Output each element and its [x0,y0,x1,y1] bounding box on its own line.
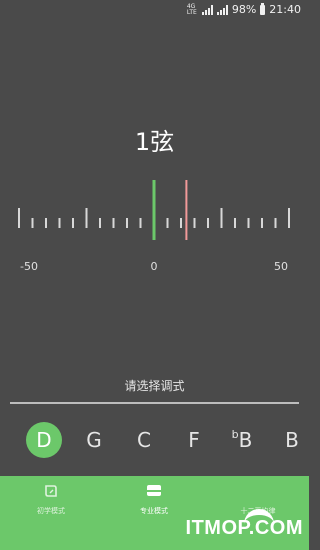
note-label: D [36,428,52,452]
status-bar: 4G LTE 98% 21:40 [0,0,309,20]
scale-tick [31,218,34,228]
note-label: F [188,428,200,452]
scale-tick [234,218,236,228]
scale-tick [261,218,263,228]
select-tuning-label: 请选择调式 [124,379,185,393]
tuning-note-selector: D G C F bB B [0,420,309,460]
scale-tick [220,208,223,228]
battery-percent: 98% [231,3,257,16]
scale-tick [18,208,20,228]
network-type: 4G LTE [186,3,197,16]
scale-tick [45,218,47,228]
bottom-tab-bar: 初学模式 专业模式 十二平均律 ITMOP.COM [0,476,309,550]
note-label: B [285,428,299,452]
note-b-button[interactable]: B [272,420,312,460]
watermark: ITMOP.COM [185,517,303,539]
tuner-scale: -50 0 50 [18,180,290,273]
scale-tick [247,218,250,228]
note-label: C [137,428,151,452]
signal-2-icon [216,4,228,15]
leaf-icon [45,485,57,497]
note-label: B [238,428,253,452]
scale-tick [126,218,128,228]
note-bflat-button[interactable]: bB [222,420,262,460]
string-title: 1弦 [134,128,175,156]
clock: 21:40 [269,3,301,16]
scale-label-min: -50 [20,260,38,273]
scale-tick [288,208,290,228]
battery-icon [260,2,266,15]
scale-tick [139,218,142,228]
tab-beginner-mode[interactable]: 初学模式 [11,484,91,516]
signal-icon [201,4,213,15]
note-f-button[interactable]: F [174,420,214,460]
tab-label: 初学模式 [37,507,65,515]
scale-tick [180,218,182,228]
note-d-button[interactable]: D [26,422,62,458]
scale-tick [207,218,209,228]
divider [10,402,299,404]
network-type-bottom: LTE [186,8,197,16]
card-icon [147,485,161,496]
scale-tick [193,218,196,228]
scale-tick [99,218,101,228]
arc-icon [251,484,265,498]
scale-tick [72,218,74,228]
scale-tick [58,218,61,228]
scale-label-zero: 0 [151,260,158,273]
tab-label: 专业模式 [140,507,168,515]
reference-line [152,180,156,240]
status-indicators: 4G LTE 98% 21:40 [186,2,301,16]
tab-professional-mode[interactable]: 专业模式 [114,484,194,516]
scale-tick [274,218,277,228]
scale-tick [85,208,88,228]
flat-symbol: b [231,428,239,441]
note-g-button[interactable]: G [74,420,114,460]
note-label: G [86,428,102,452]
scale-label-max: 50 [274,260,288,273]
pitch-indicator [185,180,188,240]
scale-tick [166,218,169,228]
scale-tick [112,218,115,228]
note-c-button[interactable]: C [124,420,164,460]
